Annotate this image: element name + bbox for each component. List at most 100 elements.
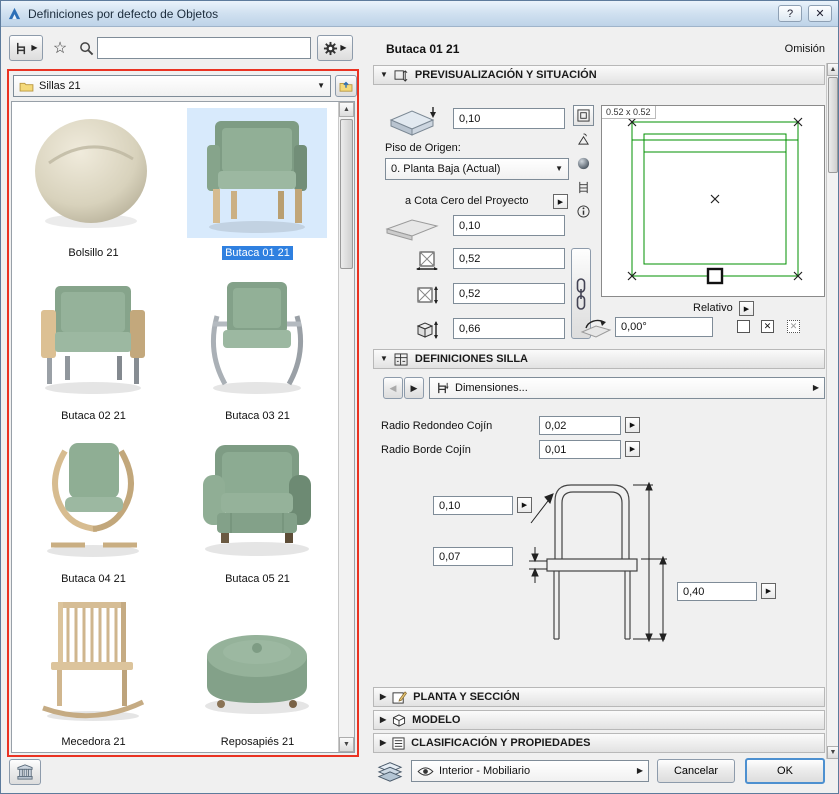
dimension-a-icon — [413, 249, 441, 271]
list-item[interactable]: Butaca 05 21 — [176, 428, 339, 591]
plan-section-icon — [392, 691, 407, 704]
panel-scrollbar[interactable]: ▲ ▼ — [826, 63, 839, 759]
section-model-header[interactable]: ▶ MODELO — [373, 710, 825, 730]
layer-select[interactable]: Interior - Mobiliario ▶ — [411, 760, 649, 782]
plan-view-button[interactable] — [573, 105, 594, 126]
rotation-icon — [579, 315, 613, 341]
folder-select[interactable]: Sillas 21 ▼ — [13, 75, 331, 97]
list-item[interactable]: Butaca 02 21 — [12, 265, 175, 428]
window-title: Definiciones por defecto de Objetos — [28, 7, 772, 21]
temp-hotspot-checkbox[interactable]: ✕ — [787, 320, 800, 333]
rotation-field[interactable]: 0,00° — [615, 317, 713, 337]
section-view-button[interactable] — [573, 177, 594, 198]
relative-label: Relativo — [693, 302, 733, 314]
gear-icon — [323, 41, 338, 56]
param-field[interactable]: 0,02 — [539, 416, 621, 435]
section-classification-header[interactable]: ▶ CLASIFICACIÓN Y PROPIEDADES — [373, 733, 825, 753]
hotspot-checkbox[interactable]: ✕ — [761, 320, 774, 333]
section-plan-header[interactable]: ▶ PLANTA Y SECCIÓN — [373, 687, 825, 707]
section-title: PREVISUALIZACIÓN Y SITUACIÓN — [415, 69, 597, 81]
scroll-down-icon[interactable]: ▼ — [827, 746, 839, 759]
object-label: Reposapiés 21 — [218, 735, 297, 749]
scroll-down-icon[interactable]: ▼ — [339, 737, 354, 752]
settings-button[interactable]: ▶ — [317, 35, 353, 61]
section-preview-header[interactable]: ▼ PREVISUALIZACIÓN Y SITUACIÓN — [373, 65, 825, 85]
list-item[interactable]: Bolsillo 21 — [12, 102, 175, 265]
elevation-view-button[interactable] — [573, 129, 594, 150]
info-button[interactable] — [573, 201, 594, 222]
eye-icon — [417, 766, 434, 777]
chevron-right-icon: ▶ — [380, 739, 386, 747]
diagram-mid-field[interactable]: 0,07 — [433, 547, 513, 566]
chevron-down-icon: ▼ — [380, 355, 388, 363]
param-popup-button[interactable]: ▶ — [625, 417, 640, 433]
scrollbar-thumb[interactable] — [340, 119, 353, 269]
chevron-right-icon: ▶ — [637, 767, 643, 775]
scroll-up-icon[interactable]: ▲ — [339, 102, 354, 117]
origin-story-label: Piso de Origen: — [385, 142, 461, 154]
help-button[interactable]: ? — [778, 5, 802, 22]
close-button[interactable]: ✕ — [808, 5, 832, 22]
object-thumbnail — [23, 108, 163, 238]
chevron-right-icon: ▶ — [340, 44, 346, 52]
param-field[interactable]: 0,01 — [539, 440, 621, 459]
object-grid: Bolsillo 21 — [11, 101, 355, 753]
browser-scrollbar[interactable]: ▲ ▼ — [338, 102, 354, 752]
folder-up-button[interactable] — [335, 75, 357, 97]
parameter-page-select[interactable]: Dimensiones... ▶ — [429, 377, 825, 399]
object-thumbnail — [187, 271, 327, 401]
list-item[interactable]: Butaca 03 21 — [176, 265, 339, 428]
cube-icon — [392, 714, 406, 727]
list-item[interactable]: Butaca 01 21 — [176, 102, 339, 265]
model-view-button[interactable] — [573, 153, 594, 174]
object-type-button[interactable]: ▶ — [9, 35, 43, 61]
dimension-b-field[interactable]: 0,52 — [453, 283, 565, 304]
search-input[interactable] — [97, 37, 311, 59]
mirror-checkbox[interactable] — [737, 320, 750, 333]
section-title: CLASIFICACIÓN Y PROPIEDADES — [411, 737, 590, 749]
list-item[interactable]: Butaca 04 21 — [12, 428, 175, 591]
cancel-button[interactable]: Cancelar — [657, 759, 735, 783]
title-bar[interactable]: Definiciones por defecto de Objetos ? ✕ — [1, 1, 838, 27]
dimension-height-icon — [413, 319, 441, 341]
object-thumbnail — [23, 271, 163, 401]
ok-button[interactable]: OK — [745, 758, 825, 784]
object-label: Butaca 04 21 — [58, 572, 129, 586]
section-silla-header[interactable]: ▼ DEFINICIONES SILLA — [373, 349, 825, 369]
scrollbar-thumb[interactable] — [828, 77, 838, 173]
object-thumbnail — [187, 434, 327, 564]
chair-diagram — [521, 471, 671, 676]
app-icon — [7, 6, 22, 21]
relative-popup-button[interactable]: ▶ — [739, 301, 754, 316]
list-icon — [392, 737, 405, 750]
diagram-top-field[interactable]: 0,10 — [433, 496, 513, 515]
origin-story-select[interactable]: 0. Planta Baja (Actual) ▼ — [385, 158, 569, 180]
diagram-popup-button[interactable]: ▶ — [761, 583, 776, 599]
dimension-a-field[interactable]: 0,52 — [453, 248, 565, 269]
diagram-width-field[interactable]: 0,40 — [677, 582, 757, 601]
elevation-field[interactable]: 0,10 — [453, 108, 565, 129]
list-item[interactable]: Mecedora 21 — [12, 591, 175, 754]
layers-icon[interactable] — [375, 759, 405, 783]
object-label: Mecedora 21 — [58, 735, 128, 749]
object-label: Butaca 01 21 — [222, 246, 293, 260]
dimension-height-field[interactable]: 0,66 — [453, 318, 565, 339]
library-button[interactable] — [9, 759, 41, 785]
scroll-up-icon[interactable]: ▲ — [827, 63, 839, 76]
object-label: Butaca 05 21 — [222, 572, 293, 586]
object-thumbnail — [187, 108, 327, 238]
next-page-button[interactable]: ▶ — [404, 377, 424, 399]
object-label: Butaca 03 21 — [222, 409, 293, 423]
preview-section-icon — [394, 69, 409, 82]
param-popup-button[interactable]: ▶ — [625, 441, 640, 457]
preview-pane[interactable]: 0.52 x 0.52 — [601, 105, 825, 297]
project-zero-popup-button[interactable]: ▶ — [553, 194, 568, 209]
project-zero-field[interactable]: 0,10 — [453, 215, 565, 236]
chevron-down-icon: ▼ — [317, 82, 325, 90]
section-title: MODELO — [412, 714, 460, 726]
search-icon[interactable] — [77, 39, 95, 57]
favorites-star-button[interactable]: ☆ — [49, 37, 71, 59]
prev-page-button[interactable]: ◀ — [383, 377, 403, 399]
chevron-down-icon: ▼ — [380, 71, 388, 79]
list-item[interactable]: Reposapiés 21 — [176, 591, 339, 754]
